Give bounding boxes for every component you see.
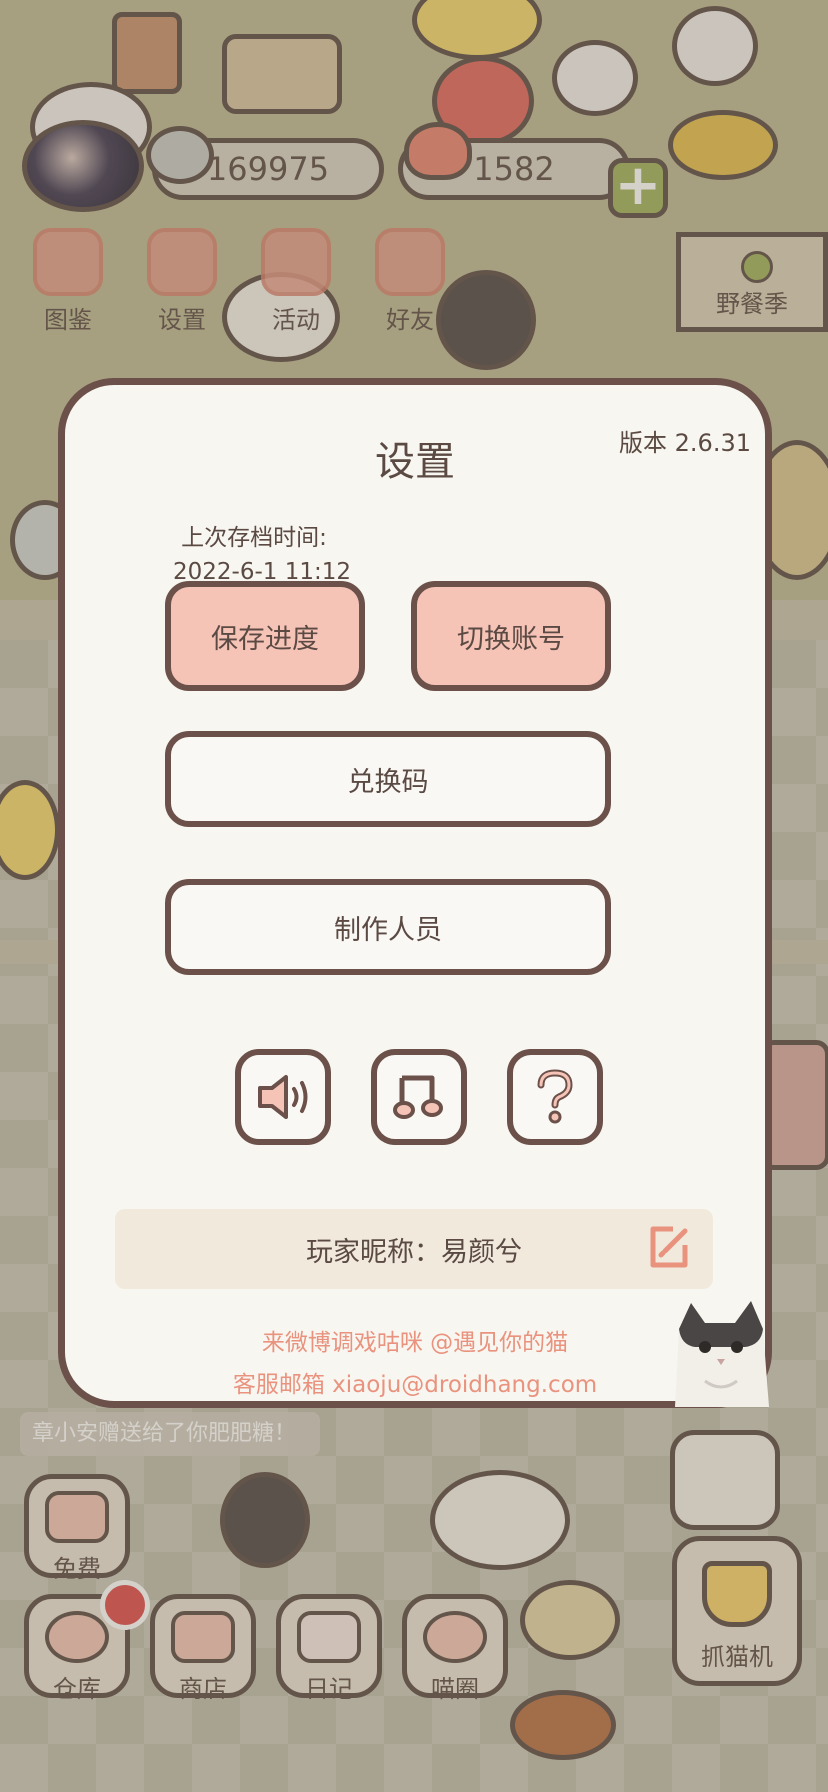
sound-toggle-button[interactable] bbox=[235, 1049, 331, 1145]
music-note-icon bbox=[393, 1075, 443, 1119]
music-toggle-button[interactable] bbox=[371, 1049, 467, 1145]
nickname-row: 玩家昵称：易颜兮 bbox=[115, 1209, 713, 1289]
edit-nickname-icon[interactable] bbox=[645, 1223, 693, 1271]
nickname-label: 玩家昵称：易颜兮 bbox=[306, 1236, 522, 1268]
help-button[interactable] bbox=[507, 1049, 603, 1145]
redeem-code-button[interactable]: 兑换码 bbox=[165, 731, 611, 827]
last-save-info: 上次存档时间: 2022-6-1 11:12 bbox=[173, 521, 351, 589]
credits-label: 制作人员 bbox=[334, 914, 442, 946]
version-label: 版本 2.6.31 bbox=[619, 429, 751, 457]
question-icon bbox=[537, 1069, 573, 1124]
switch-account-label: 切换账号 bbox=[457, 623, 565, 655]
speaker-icon bbox=[258, 1075, 308, 1119]
credits-button[interactable]: 制作人员 bbox=[165, 879, 611, 975]
weibo-link[interactable]: 来微博调戏咕咪 @遇见你的猫 bbox=[65, 1323, 765, 1357]
support-email-link[interactable]: 客服邮箱 xiaoju@droidhang.com bbox=[65, 1365, 765, 1399]
save-progress-label: 保存进度 bbox=[211, 623, 319, 655]
redeem-code-label: 兑换码 bbox=[347, 766, 429, 798]
settings-dialog: 设置 版本 2.6.31 上次存档时间: 2022-6-1 11:12 保存进度… bbox=[58, 378, 772, 1408]
cat-photo-icon bbox=[675, 1301, 769, 1407]
last-save-label: 上次存档时间: bbox=[181, 525, 327, 551]
switch-account-button[interactable]: 切换账号 bbox=[411, 581, 611, 691]
save-progress-button[interactable]: 保存进度 bbox=[165, 581, 365, 691]
